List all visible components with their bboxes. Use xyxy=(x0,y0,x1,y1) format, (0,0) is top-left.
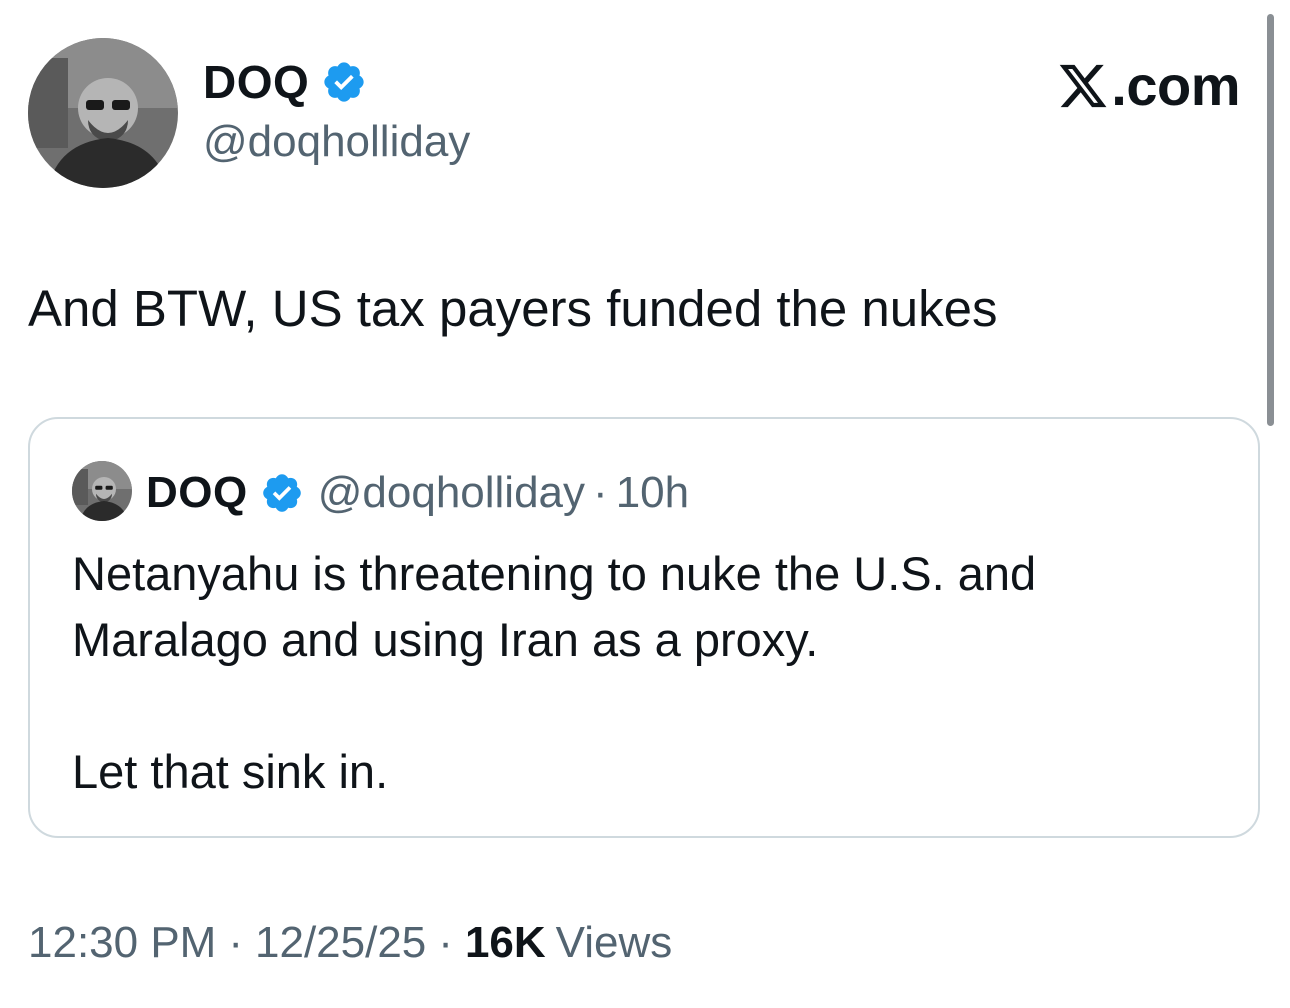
tweet-time[interactable]: 12:30 PM xyxy=(28,918,216,968)
quote-header: DOQ @doqholliday · 10h xyxy=(146,463,689,523)
tweet-text: And BTW, US tax payers funded the nukes xyxy=(28,280,998,337)
meta-separator: · xyxy=(228,918,243,967)
quote-text: Netanyahu is threatening to nuke the U.S… xyxy=(72,541,1222,805)
quote-author-avatar[interactable] xyxy=(72,461,132,521)
tweet-date[interactable]: 12/25/25 xyxy=(255,918,426,968)
views-label: Views xyxy=(555,918,673,967)
quote-separator: · xyxy=(593,468,608,517)
x-logo-icon xyxy=(1057,60,1111,112)
brand-suffix: .com xyxy=(1111,54,1240,117)
quote-text-line: Netanyahu is threatening to nuke the U.S… xyxy=(72,547,1037,600)
tweet-meta: 12:30 PM · 12/25/25 · 16K Views xyxy=(28,918,672,968)
quote-author-name[interactable]: DOQ xyxy=(146,468,248,518)
quote-timestamp[interactable]: 10h xyxy=(616,468,689,518)
quote-verified-badge-icon xyxy=(248,471,318,515)
views-count[interactable]: 16K xyxy=(465,918,546,968)
author-name[interactable]: DOQ xyxy=(203,59,309,105)
quoted-tweet-card[interactable]: DOQ @doqholliday · 10h Netanyahu is thre… xyxy=(28,417,1260,838)
quote-author-handle[interactable]: @doqholliday xyxy=(318,468,585,518)
author-avatar[interactable] xyxy=(28,38,178,188)
author-name-row: DOQ xyxy=(203,52,367,112)
quote-text-line: Maralago and using Iran as a proxy. xyxy=(72,613,819,666)
verified-badge-icon xyxy=(321,59,367,105)
scrollbar[interactable] xyxy=(1267,14,1274,426)
x-brand-mark: .com xyxy=(1057,56,1240,116)
quote-paragraph-gap xyxy=(72,673,1222,739)
author-handle[interactable]: @doqholliday xyxy=(203,117,470,166)
meta-separator: · xyxy=(438,918,453,967)
quote-text-line: Let that sink in. xyxy=(72,745,389,798)
